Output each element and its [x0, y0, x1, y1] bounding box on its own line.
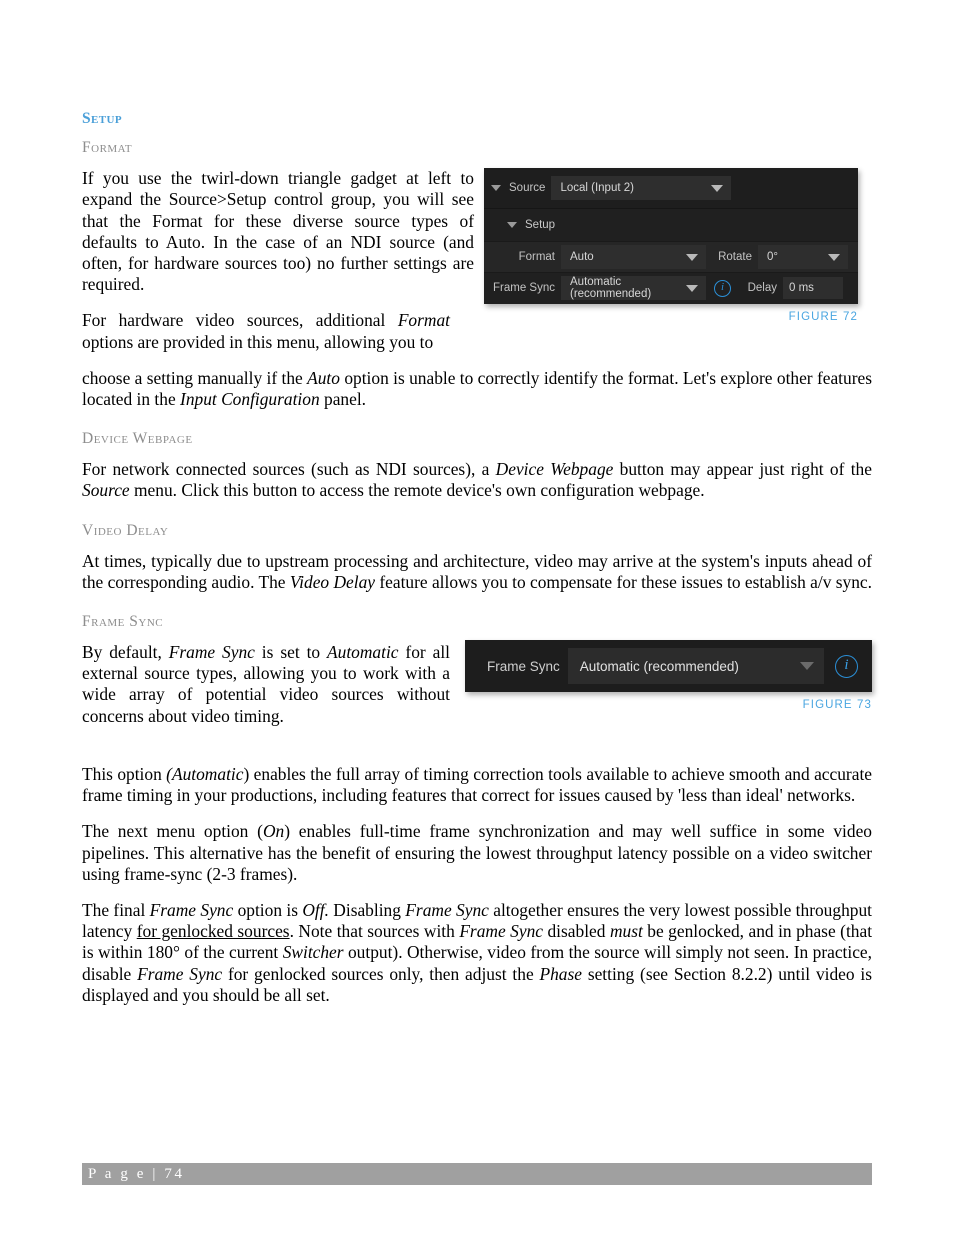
- text-run: The next menu option (: [82, 821, 263, 842]
- text-run-italic: Frame Sync: [149, 899, 234, 920]
- text-run: For hardware video sources, additional: [82, 310, 398, 331]
- page-footer: P a g e | 74: [82, 1163, 872, 1185]
- text-run-italic: Frame Sync: [405, 899, 489, 920]
- text-run: choose a setting manually if the: [82, 367, 308, 388]
- document-page: Source Local (Input 2) Setup Format Auto…: [0, 0, 954, 1235]
- document-body: Setup Format If you use the twirl-down t…: [82, 110, 872, 1021]
- text-run-italic: Off.: [302, 899, 329, 920]
- text-run-italic: Automatic: [327, 642, 399, 663]
- text-run-italic: Device Webpage: [495, 459, 614, 480]
- paragraph-format-hardware-rest: choose a setting manually if the Auto op…: [82, 368, 872, 410]
- heading-frame-sync: Frame Sync: [82, 613, 164, 631]
- text-run-italic: On: [262, 821, 285, 842]
- paragraph-video-delay: At times, typically due to upstream proc…: [82, 551, 872, 593]
- text-run: Disabling: [328, 899, 406, 920]
- text-run-italic: Video Delay: [289, 571, 375, 592]
- text-run: By default,: [82, 642, 169, 663]
- paragraph-format-hardware-top: For hardware video sources, additional F…: [82, 310, 450, 352]
- text-run-italic: Input Configuration: [180, 388, 320, 409]
- paragraph-off-option: The final Frame Sync option is Off. Disa…: [82, 900, 872, 1006]
- text-run-italic: Frame Sync: [459, 921, 543, 942]
- heading-format: Format: [82, 139, 133, 157]
- text-run: For network connected sources (such as N…: [82, 459, 496, 480]
- text-run-italic: Phase: [539, 963, 582, 984]
- text-run: . Note that sources with: [289, 921, 460, 942]
- paragraph-automatic-option: This option (Automatic) enables the full…: [82, 764, 872, 806]
- text-run-italic: (Automatic: [166, 763, 244, 784]
- text-run: disabled: [543, 921, 610, 942]
- text-run: panel.: [319, 388, 367, 409]
- text-run: menu. Click this button to access the re…: [129, 480, 705, 501]
- text-run-italic: must: [609, 921, 643, 942]
- text-run: option is: [233, 899, 303, 920]
- text-run-italic: Auto: [307, 367, 340, 388]
- text-run: button may appear just right of the: [613, 459, 872, 480]
- text-run-italic: Format: [397, 310, 450, 331]
- paragraph-device-webpage: For network connected sources (such as N…: [82, 459, 872, 501]
- text-run: The final: [82, 899, 150, 920]
- text-run-italic: Frame Sync: [168, 642, 255, 663]
- text-run-italic: Switcher: [282, 942, 344, 963]
- page-title: Setup: [82, 110, 122, 127]
- text-run-italic: Frame Sync: [137, 963, 223, 984]
- heading-video-delay: Video Delay: [82, 521, 169, 539]
- paragraph-on-option: The next menu option (On) enables full-t…: [82, 821, 872, 885]
- text-run: feature allows you to compensate for the…: [375, 571, 872, 592]
- text-run: options are provided in this menu, allow…: [82, 331, 434, 352]
- text-run: for genlocked sources only, then adjust …: [222, 963, 540, 984]
- paragraph-format-intro: If you use the twirl-down triangle gadge…: [82, 168, 474, 295]
- heading-device-webpage: Device Webpage: [82, 430, 193, 448]
- text-run-underline: for genlocked sources: [136, 921, 290, 942]
- text-run: This option: [82, 763, 167, 784]
- text-run-italic: Source: [82, 480, 130, 501]
- page-number: P a g e | 74: [88, 1166, 185, 1182]
- paragraph-frame-sync-default: By default, Frame Sync is set to Automat…: [82, 642, 450, 727]
- text-run: is set to: [254, 642, 328, 663]
